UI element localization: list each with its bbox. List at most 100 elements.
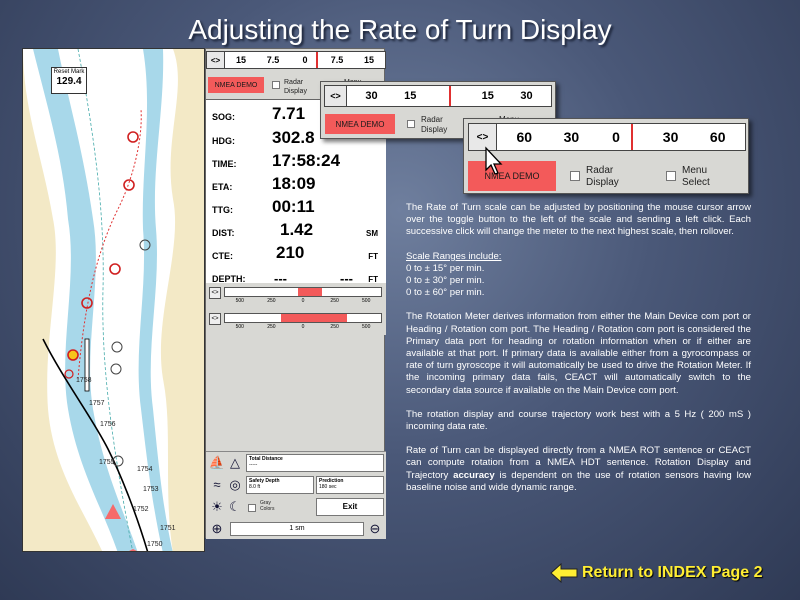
scale-toggle-button[interactable]: <> bbox=[325, 86, 347, 106]
tool-area: ⛵ △ Total Distance ----- ≈ ◎ Safety Dept… bbox=[206, 451, 386, 539]
mini-tick-label: 250 bbox=[330, 324, 339, 330]
nmea-demo-button[interactable]: NMEA DEMO bbox=[208, 77, 264, 93]
description-paragraph: Rate of Turn can be displayed directly f… bbox=[406, 445, 751, 494]
svg-text:1755: 1755 bbox=[99, 459, 115, 466]
gray-colors-checkbox[interactable] bbox=[248, 504, 256, 512]
readout-label: HDG: bbox=[212, 136, 235, 146]
scale-tick-label: 60 bbox=[709, 129, 726, 145]
radar-display-checkbox[interactable] bbox=[407, 120, 415, 128]
svg-text:1757: 1757 bbox=[89, 400, 105, 407]
radar-display-label: Radar Display bbox=[586, 165, 619, 188]
radar-display-label: Radar Display bbox=[284, 79, 307, 95]
readout-value: 00:11 bbox=[272, 197, 315, 216]
total-distance-label: Total Distance bbox=[249, 456, 283, 462]
radar-display-checkbox[interactable] bbox=[272, 81, 280, 89]
rate-indicator bbox=[449, 86, 451, 106]
readout-unit: FT bbox=[368, 252, 378, 261]
description-paragraph: The Rate of Turn scale can be adjusted b… bbox=[406, 202, 751, 238]
mini-tick-label: 500 bbox=[235, 298, 244, 304]
scale-ranges: Scale Ranges include: 0 to ± 15° per min… bbox=[406, 251, 751, 300]
readout-value: 7.71 bbox=[272, 104, 306, 123]
menu-select-checkbox[interactable] bbox=[666, 171, 676, 181]
readout-label: CTE: bbox=[212, 251, 233, 261]
svg-text:1752: 1752 bbox=[133, 506, 149, 513]
prediction-box: Prediction 180 sec bbox=[316, 476, 384, 494]
svg-text:1754: 1754 bbox=[137, 466, 153, 473]
zoom-scale-field[interactable]: 1 sm bbox=[230, 522, 364, 536]
readout-value: 210 bbox=[276, 243, 305, 262]
readout-cte: CTE: 210 FT bbox=[212, 241, 382, 263]
prediction-value: 180 sec bbox=[319, 484, 337, 490]
readout-unit: SM bbox=[366, 229, 378, 238]
svg-text:1753: 1753 bbox=[143, 486, 159, 493]
mini-tick-label: 0 bbox=[301, 298, 305, 304]
reset-mark-value: 129.4 bbox=[56, 76, 82, 87]
rate-of-turn-scale-30: <> 30 15 15 30 bbox=[324, 85, 552, 107]
scale-ticks: 60 30 0 30 60 bbox=[497, 124, 745, 150]
mini-scale-2: <> 500 250 0 250 500 bbox=[206, 309, 386, 335]
mini-scale-toggle[interactable]: <> bbox=[209, 287, 221, 299]
mini-scale-toggle[interactable]: <> bbox=[209, 313, 221, 325]
readout-ttg: TTG: 00:11 bbox=[212, 195, 382, 217]
triangle-tool-icon[interactable]: △ bbox=[226, 454, 244, 472]
mini-tick-label: 250 bbox=[267, 298, 276, 304]
scale-tick-label: 0 bbox=[612, 129, 620, 145]
description-paragraph: The rotation display and course trajecto… bbox=[406, 408, 751, 433]
total-distance-box: Total Distance ----- bbox=[246, 454, 384, 472]
scale-tick-label: 15 bbox=[235, 55, 247, 65]
exit-button[interactable]: Exit bbox=[316, 498, 384, 516]
rate-indicator bbox=[316, 52, 319, 68]
readout-value: 1.42 bbox=[280, 220, 314, 239]
readout-dist: DIST: 1.42 SM bbox=[212, 218, 382, 240]
radar-display-checkbox[interactable] bbox=[570, 171, 580, 181]
return-to-index-link[interactable]: Return to INDEX Page 2 bbox=[550, 562, 762, 584]
reset-mark-box[interactable]: Reset Mark 129.4 bbox=[51, 67, 87, 94]
mini-scale-indicator bbox=[298, 288, 322, 296]
scale-toggle-button[interactable]: <> bbox=[207, 52, 225, 68]
mini-scale-bar bbox=[224, 287, 382, 297]
readout-eta: ETA: 18:09 bbox=[212, 172, 382, 194]
radar-display-label: Radar Display bbox=[421, 115, 448, 134]
readout-label: DIST: bbox=[212, 228, 235, 238]
readout-label: TTG: bbox=[212, 205, 233, 215]
mouse-cursor-icon bbox=[485, 146, 503, 175]
route-tool-icon[interactable]: ⛵ bbox=[208, 454, 226, 472]
sun-icon[interactable]: ☀ bbox=[208, 498, 226, 516]
lifebuoy-icon[interactable]: ◎ bbox=[226, 476, 244, 494]
readout-value: 17:58:24 bbox=[272, 151, 341, 170]
scale-ticks: 30 15 15 30 bbox=[347, 86, 551, 106]
scale-tick-label: 15 bbox=[363, 55, 375, 65]
svg-text:1758: 1758 bbox=[76, 377, 92, 384]
menu-select-label[interactable]: Menu Select bbox=[682, 165, 710, 189]
readout-label: TIME: bbox=[212, 159, 237, 169]
scale-range-item: 0 to ± 15° per min. bbox=[406, 262, 485, 274]
zoom-out-icon[interactable]: ⊖ bbox=[366, 520, 384, 538]
scale-range-item: 0 to ± 60° per min. bbox=[406, 287, 485, 299]
svg-text:1751: 1751 bbox=[160, 525, 176, 532]
description-bold-word: accuracy bbox=[453, 469, 495, 481]
return-to-index-label[interactable]: Return to INDEX Page 2 bbox=[582, 564, 762, 582]
mini-tick-label: 250 bbox=[330, 298, 339, 304]
description-paragraph: The Rotation Meter derives information f… bbox=[406, 311, 751, 396]
rate-of-turn-scale-60: <> 60 30 0 30 60 bbox=[468, 123, 746, 151]
gray-colors-label: Gray Colors bbox=[260, 500, 275, 512]
safety-depth-value: 8.0 ft bbox=[249, 484, 261, 490]
mini-tick-label: 250 bbox=[267, 324, 276, 330]
mini-scale-bar bbox=[224, 313, 382, 323]
scale-tick-label: 15 bbox=[404, 90, 417, 102]
scale-tick-label: 30 bbox=[365, 90, 378, 102]
depth-tool-icon[interactable]: ≈ bbox=[208, 476, 226, 494]
readout-value: 302.8 bbox=[272, 128, 315, 147]
nautical-chart[interactable]: 1758 1757 1756 1755 1754 1753 1752 1751 … bbox=[22, 48, 205, 552]
zoom-in-icon[interactable]: ⊕ bbox=[208, 520, 226, 538]
mini-tick-label: 0 bbox=[301, 324, 305, 330]
moon-icon[interactable]: ☾ bbox=[226, 498, 244, 516]
chart-map-graphic: 1758 1757 1756 1755 1754 1753 1752 1751 … bbox=[23, 49, 204, 551]
svg-text:1756: 1756 bbox=[100, 421, 116, 428]
nmea-demo-button[interactable]: NMEA DEMO bbox=[468, 161, 556, 191]
svg-text:1750: 1750 bbox=[147, 541, 163, 548]
readout-value: 18:09 bbox=[272, 174, 316, 193]
nmea-demo-button[interactable]: NMEA DEMO bbox=[325, 114, 395, 134]
rate-indicator bbox=[630, 124, 633, 150]
page-title: Adjusting the Rate of Turn Display bbox=[188, 14, 612, 45]
